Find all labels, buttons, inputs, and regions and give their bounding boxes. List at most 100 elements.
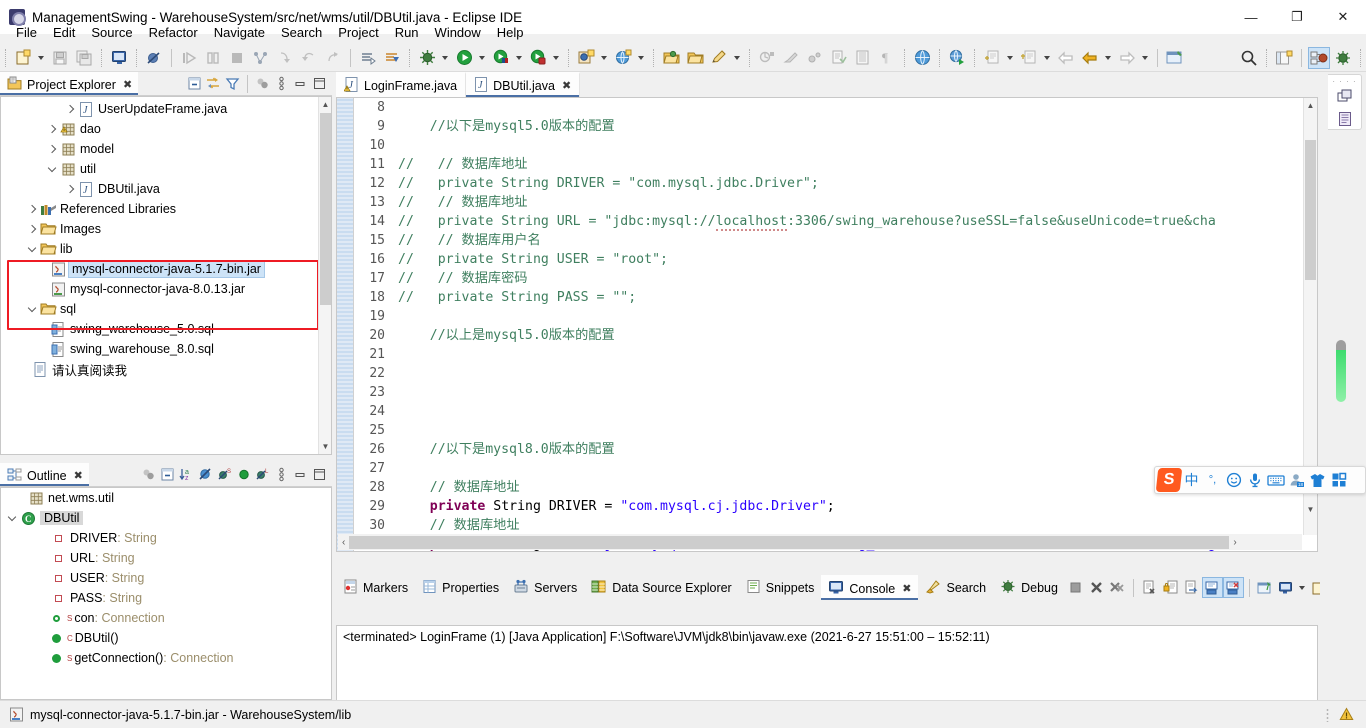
close-icon[interactable]: ✖ (902, 582, 911, 595)
new-java-project-icon[interactable] (575, 47, 597, 69)
menu-help[interactable]: Help (489, 23, 532, 43)
outline-row-field-pass[interactable]: PASS : String (1, 588, 331, 608)
close-icon[interactable]: ✖ (562, 79, 571, 92)
code-line[interactable]: 25 (355, 421, 1317, 440)
coverage-dropdown-icon[interactable] (513, 47, 524, 69)
tree-row-dao[interactable]: dao (1, 119, 331, 139)
code-line[interactable]: 15 // // 数据库用户名 (355, 231, 1317, 250)
new-wizard-dropdown-icon[interactable] (35, 47, 46, 69)
code-line[interactable]: 29 private String DRIVER = "com.mysql.cj… (355, 497, 1317, 516)
tab-debug[interactable]: Debug (993, 575, 1065, 600)
code-line[interactable]: 14 // private String URL = "jdbc:mysql://… (355, 212, 1317, 231)
expand-arrow-icon[interactable] (25, 219, 39, 239)
expand-arrow-icon[interactable] (63, 179, 77, 199)
scroll-lock-icon[interactable] (1160, 577, 1181, 598)
view-menu-icon[interactable] (272, 465, 291, 484)
code-line[interactable]: 11 // // 数据库地址 (355, 155, 1317, 174)
edit-icon[interactable] (708, 47, 730, 69)
tree-row-userupdateframe[interactable]: J UserUpdateFrame.java (1, 99, 331, 119)
ime-user-icon[interactable]: 18 (1286, 467, 1307, 493)
scrollbar-thumb[interactable] (349, 535, 1230, 549)
scrollbar-thumb[interactable] (1305, 140, 1316, 280)
tree-row-model[interactable]: model (1, 139, 331, 159)
remove-launch-icon[interactable] (1086, 577, 1107, 598)
menu-window[interactable]: Window (427, 23, 489, 43)
project-explorer-scrollbar[interactable]: ▲ ▼ (318, 97, 331, 454)
code-line[interactable]: 8 (355, 98, 1317, 117)
open-task-icon[interactable] (684, 47, 706, 69)
code-line[interactable]: 9 //以下是mysql5.0版本的配置 (355, 117, 1317, 136)
word-wrap-icon[interactable] (1181, 577, 1202, 598)
tab-data-source-explorer[interactable]: Data Source Explorer (584, 575, 739, 600)
code-line[interactable]: 26 //以下是mysql8.0版本的配置 (355, 440, 1317, 459)
hide-fields-icon[interactable] (196, 465, 215, 484)
link-with-editor-icon[interactable] (204, 74, 223, 93)
minimize-view-icon[interactable] (291, 465, 310, 484)
hide-local-types-icon[interactable]: L (253, 465, 272, 484)
tree-row-util[interactable]: util (1, 159, 331, 179)
forward-dropdown-icon[interactable] (1139, 47, 1150, 69)
warning-icon[interactable] (1339, 707, 1354, 722)
previous-annotation-icon[interactable] (381, 47, 403, 69)
next-edit-location-dropdown-icon[interactable] (1041, 47, 1052, 69)
clear-console-icon[interactable] (1139, 577, 1160, 598)
scroll-down-icon[interactable]: ▼ (319, 439, 331, 454)
heap-status-indicator[interactable] (1336, 340, 1346, 402)
back-history-icon[interactable] (1079, 47, 1101, 69)
new-wizard-icon[interactable] (12, 47, 34, 69)
tab-snippets[interactable]: Snippets (739, 575, 822, 600)
code-line[interactable]: 13 // // 数据库地址 (355, 193, 1317, 212)
drag-handle[interactable]: · · · · (1332, 78, 1356, 86)
restore-view-icon[interactable] (1334, 86, 1356, 107)
new-window-icon[interactable] (1164, 47, 1186, 69)
expand-arrow-icon[interactable] (63, 99, 77, 119)
code-line[interactable]: 19 (355, 307, 1317, 326)
new-dynamic-web-project-dropdown-icon[interactable] (635, 47, 646, 69)
view-menu-icon[interactable] (272, 74, 291, 93)
scroll-right-icon[interactable]: › (1229, 537, 1240, 548)
remove-all-terminated-icon[interactable] (1107, 577, 1128, 598)
show-console-on-error-icon[interactable] (1222, 577, 1244, 598)
menu-search[interactable]: Search (273, 23, 330, 43)
ime-keyboard-icon[interactable] (1265, 467, 1286, 493)
tree-row-mysql-connector-5[interactable]: mysql-connector-java-5.1.7-bin.jar (1, 259, 331, 279)
open-type-icon[interactable] (660, 47, 682, 69)
debug-dropdown-icon[interactable] (439, 47, 450, 69)
outline-row-field-con[interactable]: S con : Connection (1, 608, 331, 628)
outline-tree[interactable]: net.wms.util C DBUtil DRIVER : String UR… (0, 487, 332, 700)
sort-icon[interactable]: az (177, 465, 196, 484)
collapse-arrow-icon[interactable] (45, 159, 59, 179)
code-line[interactable]: 23 (355, 383, 1317, 402)
ime-emoji-icon[interactable] (1223, 467, 1244, 493)
code-line[interactable]: 12 // private String DRIVER = "com.mysql.… (355, 174, 1317, 193)
collapse-arrow-icon[interactable] (25, 299, 39, 319)
display-selected-console-icon[interactable] (1276, 577, 1297, 598)
next-annotation-icon[interactable] (357, 47, 379, 69)
tree-row-referenced-libraries[interactable]: Referenced Libraries (1, 199, 331, 219)
java-perspective-icon[interactable] (1308, 46, 1330, 69)
skip-all-breakpoints-icon[interactable] (143, 47, 165, 69)
tab-search[interactable]: Search (918, 575, 993, 600)
tree-row-sql[interactable]: sql (1, 299, 331, 319)
ime-punctuation[interactable]: °, (1202, 467, 1223, 493)
scroll-down-icon[interactable]: ▼ (1304, 502, 1317, 517)
menu-file[interactable]: File (8, 23, 45, 43)
tree-row-swing-warehouse-8[interactable]: swing_warehouse_8.0.sql (1, 339, 331, 359)
resize-grip-icon[interactable] (1326, 707, 1329, 722)
outline-row-package[interactable]: net.wms.util (1, 488, 331, 508)
outline-row-field-url[interactable]: URL : String (1, 548, 331, 568)
hide-static-icon[interactable]: S (215, 465, 234, 484)
tab-markers[interactable]: Markers (336, 575, 415, 600)
code-line[interactable]: 10 (355, 136, 1317, 155)
editor-tab-dbutil[interactable]: J DBUtil.java ✖ (466, 72, 581, 97)
code-line[interactable]: 16 // private String USER = "root"; (355, 250, 1317, 269)
tree-row-swing-warehouse-5[interactable]: swing_warehouse_5.0.sql (1, 319, 331, 339)
outline-row-class-dbutil[interactable]: C DBUtil (1, 508, 331, 528)
open-web-browser-icon[interactable] (911, 47, 933, 69)
hide-non-public-icon[interactable] (234, 465, 253, 484)
debug-perspective-icon[interactable] (1332, 47, 1354, 69)
expand-arrow-icon[interactable] (45, 119, 59, 139)
open-perspective-icon[interactable] (1273, 47, 1295, 69)
code-line[interactable]: 18 // private String PASS = ""; (355, 288, 1317, 307)
maximize-view-icon[interactable] (310, 74, 329, 93)
